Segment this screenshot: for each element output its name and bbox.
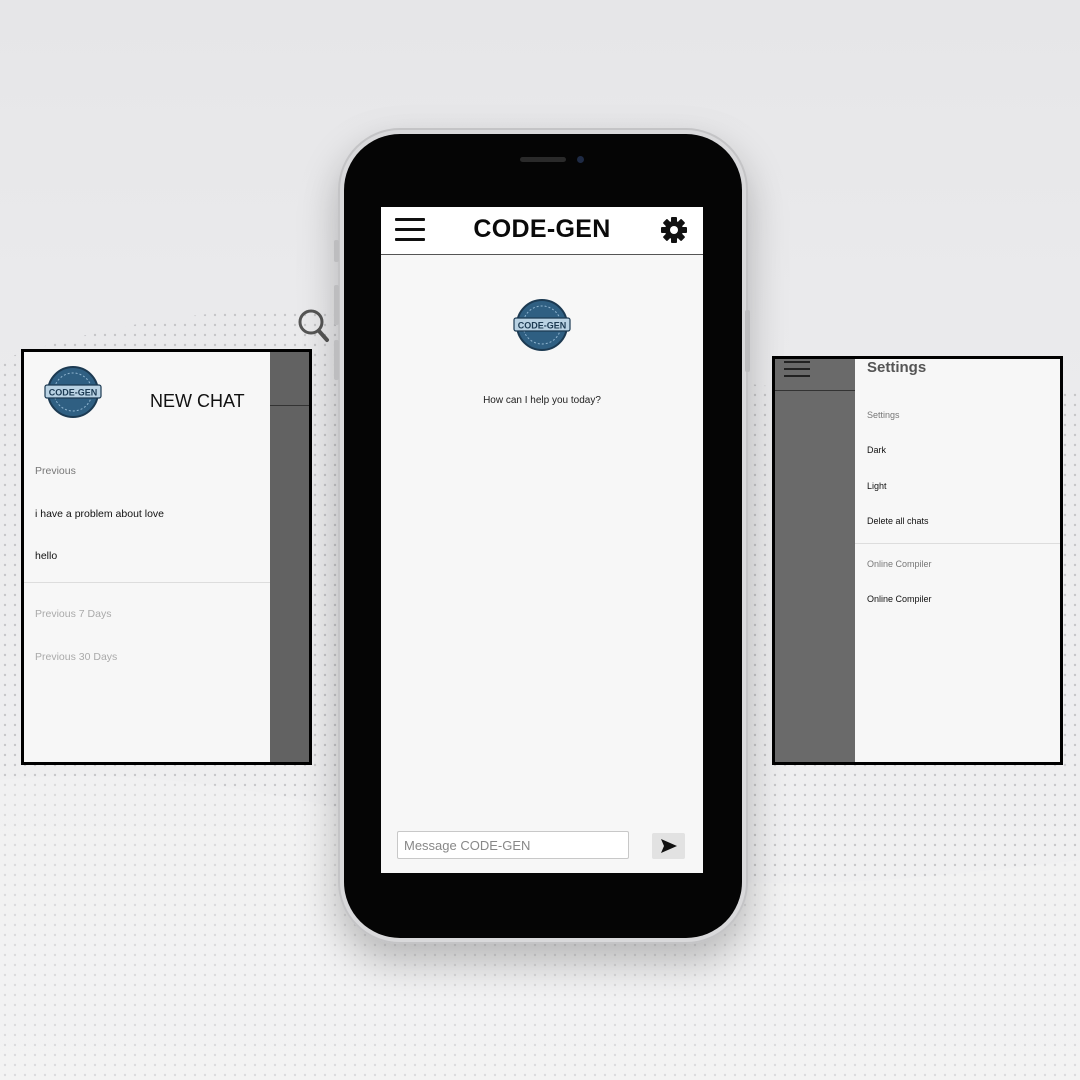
divider xyxy=(855,543,1060,544)
chat-history-item[interactable]: hello xyxy=(35,550,57,562)
delete-all-chats-button[interactable]: Delete all chats xyxy=(867,516,929,526)
settings-title: Settings xyxy=(867,359,927,376)
overlay-header-line xyxy=(270,405,309,406)
divider xyxy=(24,582,270,583)
section-label-previous-30-days: Previous 30 Days xyxy=(35,651,118,663)
gear-icon[interactable] xyxy=(660,216,688,244)
phone-volume-down xyxy=(334,340,339,380)
code-gen-logo: CODE-GEN xyxy=(513,299,571,351)
drawer-overlay[interactable] xyxy=(270,352,309,762)
phone-camera xyxy=(577,156,584,163)
section-label-settings: Settings xyxy=(867,410,900,420)
code-gen-logo: CODE-GEN xyxy=(44,366,102,418)
section-label-previous: Previous xyxy=(35,465,76,477)
chat-history-item[interactable]: i have a problem about love xyxy=(35,508,164,520)
phone-speaker xyxy=(520,157,566,162)
svg-text:CODE-GEN: CODE-GEN xyxy=(49,388,98,398)
hamburger-icon[interactable] xyxy=(784,361,810,381)
theme-light-option[interactable]: Light xyxy=(867,481,887,491)
section-label-previous-7-days: Previous 7 Days xyxy=(35,608,112,620)
settings-panel: Settings Settings Dark Light Delete all … xyxy=(772,356,1063,765)
search-icon xyxy=(298,309,329,342)
phone-power-button xyxy=(745,310,750,372)
new-chat-button[interactable]: NEW CHAT xyxy=(150,391,245,412)
settings-overlay[interactable] xyxy=(775,359,855,762)
send-button[interactable] xyxy=(652,833,685,859)
app-title: CODE-GEN xyxy=(473,215,611,243)
theme-dark-option[interactable]: Dark xyxy=(867,445,886,455)
greeting-text: How can I help you today? xyxy=(483,395,601,406)
message-input[interactable] xyxy=(397,831,629,859)
send-icon xyxy=(661,839,677,853)
phone-silent-switch xyxy=(334,240,339,262)
svg-text:CODE-GEN: CODE-GEN xyxy=(518,321,567,331)
drawer-panel: CODE-GEN NEW CHAT Previous i have a prob… xyxy=(21,349,312,765)
app-header: CODE-GEN xyxy=(381,207,703,255)
chat-screen: CODE-GEN CODE-GEN How can I help you tod… xyxy=(381,207,703,873)
phone-volume-up xyxy=(334,285,339,325)
section-label-online-compiler: Online Compiler xyxy=(867,559,932,569)
overlay-header-line xyxy=(775,390,855,391)
online-compiler-link[interactable]: Online Compiler xyxy=(867,594,932,604)
